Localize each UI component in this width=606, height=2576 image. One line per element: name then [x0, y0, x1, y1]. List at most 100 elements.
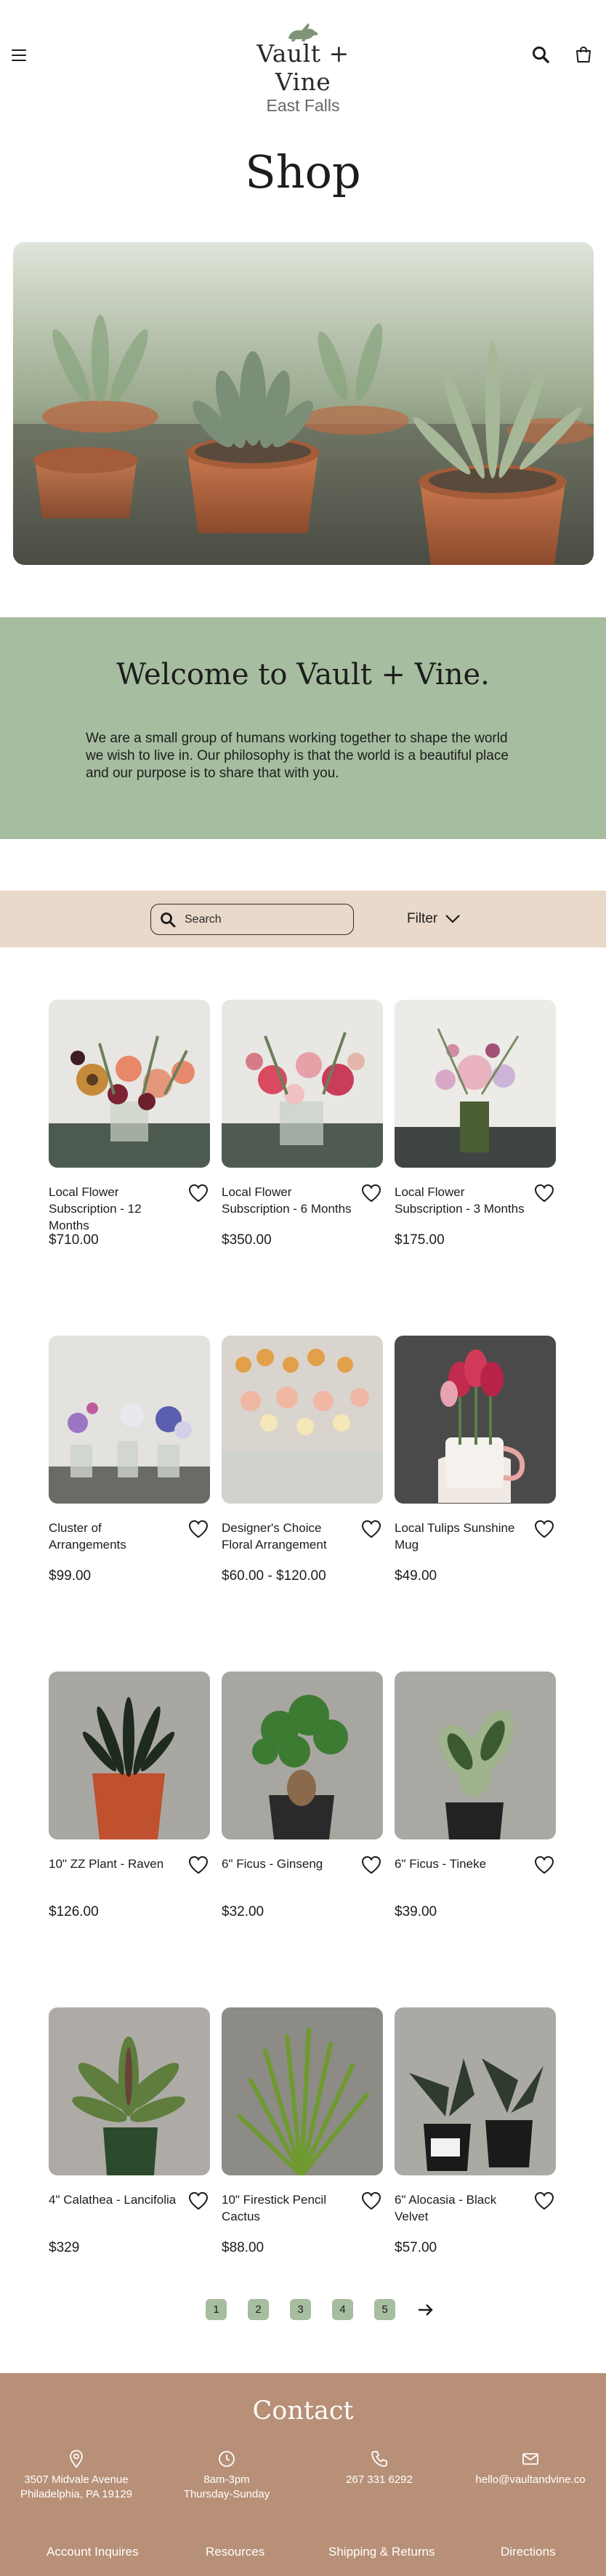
- product-name[interactable]: 10" Firestick Pencil Cactus: [222, 2191, 352, 2225]
- phone-block[interactable]: 267 331 6292: [307, 2449, 452, 2487]
- product-price: $39.00: [395, 1904, 437, 1919]
- menu-icon[interactable]: [12, 49, 26, 61]
- product-image[interactable]: [49, 1672, 210, 1839]
- footer-link-resources[interactable]: Resources: [206, 2545, 264, 2559]
- phone-icon: [371, 2451, 387, 2467]
- product-price: $88.00: [222, 2240, 264, 2255]
- product-name[interactable]: Designer's Choice Floral Arrangement: [222, 1520, 352, 1553]
- product-card[interactable]: 6" Ficus - Ginseng $32.00: [222, 1672, 383, 1962]
- welcome-section: Welcome to Vault + Vine. We are a small …: [0, 617, 606, 839]
- heart-icon[interactable]: [361, 1855, 381, 1874]
- product-image[interactable]: [49, 2007, 210, 2175]
- footer-link-shipping-returns[interactable]: Shipping & Returns: [328, 2545, 435, 2559]
- product-price: $32.00: [222, 1904, 264, 1919]
- product-image[interactable]: [222, 1336, 383, 1504]
- product-price: $60.00 - $120.00: [222, 1568, 326, 1584]
- welcome-heading: Welcome to Vault + Vine.: [116, 658, 490, 691]
- product-card[interactable]: Local Flower Subscription - 3 Months $17…: [395, 1000, 556, 1291]
- page-button-3[interactable]: 3: [290, 2299, 311, 2320]
- brand-name: Vault + Vine: [256, 39, 350, 96]
- address-line-2: Philadelphia, PA 19129: [20, 2488, 132, 2500]
- shopping-bag-icon[interactable]: [574, 45, 593, 64]
- product-price: $329: [49, 2240, 80, 2255]
- product-name[interactable]: Local Tulips Sunshine Mug: [395, 1520, 525, 1553]
- product-image[interactable]: [49, 1336, 210, 1504]
- email-block[interactable]: hello@vaultandvine.co: [458, 2449, 603, 2487]
- chevron-down-icon: [445, 915, 461, 923]
- product-price: $99.00: [49, 1568, 92, 1584]
- filter-button[interactable]: Filter: [407, 908, 461, 930]
- pagination: 1 2 3 4 5: [206, 2299, 435, 2320]
- product-name[interactable]: 4" Calathea - Lancifolia: [49, 2191, 179, 2208]
- heart-icon[interactable]: [188, 1520, 209, 1538]
- product-card[interactable]: 4" Calathea - Lancifolia $329: [49, 2007, 210, 2298]
- footer-link-account-inquires[interactable]: Account Inquires: [47, 2545, 139, 2559]
- arrow-right-icon[interactable]: [416, 2303, 435, 2317]
- heart-icon[interactable]: [361, 1520, 381, 1538]
- heart-icon[interactable]: [188, 1855, 209, 1874]
- product-image[interactable]: [49, 1000, 210, 1168]
- site-footer: Contact 3507 Midvale Avenue Philadelphia…: [0, 2373, 606, 2576]
- hours-line-2: Thursday-Sunday: [183, 2488, 270, 2500]
- product-card[interactable]: 10" ZZ Plant - Raven $126.00: [49, 1672, 210, 1962]
- hours-line-1: 8am-3pm: [203, 2473, 250, 2486]
- footer-links: Account Inquires Resources Shipping & Re…: [0, 2545, 606, 2567]
- product-price: $350.00: [222, 1232, 272, 1248]
- search-icon: [161, 912, 176, 928]
- product-card[interactable]: Designer's Choice Floral Arrangement $60…: [222, 1336, 383, 1626]
- heart-icon[interactable]: [361, 1184, 381, 1203]
- product-card[interactable]: Cluster of Arrangements $99.00: [49, 1336, 210, 1626]
- product-name[interactable]: Local Flower Subscription - 6 Months: [222, 1184, 352, 1217]
- page-button-1[interactable]: 1: [206, 2299, 227, 2320]
- search-box[interactable]: [150, 904, 354, 935]
- product-image[interactable]: [222, 1672, 383, 1839]
- product-name[interactable]: 6" Ficus - Tineke: [395, 1855, 525, 1872]
- page-button-5[interactable]: 5: [374, 2299, 395, 2320]
- brand-location: East Falls: [266, 96, 340, 115]
- product-name[interactable]: Local Flower Subscription - 12 Months: [49, 1184, 179, 1234]
- address-block[interactable]: 3507 Midvale Avenue Philadelphia, PA 191…: [4, 2449, 149, 2502]
- search-icon[interactable]: [531, 45, 550, 64]
- product-name[interactable]: 6" Alocasia - Black Velvet: [395, 2191, 525, 2225]
- filter-label: Filter: [407, 911, 438, 926]
- product-name[interactable]: 10" ZZ Plant - Raven: [49, 1855, 179, 1872]
- search-input[interactable]: [183, 909, 343, 931]
- footer-heading: Contact: [252, 2396, 354, 2425]
- product-card[interactable]: Local Flower Subscription - 12 Months $7…: [49, 1000, 210, 1291]
- product-image[interactable]: [222, 1000, 383, 1168]
- product-image[interactable]: [395, 2007, 556, 2175]
- product-image[interactable]: [222, 2007, 383, 2175]
- page-button-4[interactable]: 4: [332, 2299, 353, 2320]
- product-price: $175.00: [395, 1232, 445, 1248]
- search-filter-bar: Filter: [0, 891, 606, 947]
- product-name[interactable]: 6" Ficus - Ginseng: [222, 1855, 352, 1872]
- heart-icon[interactable]: [534, 1520, 554, 1538]
- email-address[interactable]: hello@vaultandvine.co: [458, 2473, 603, 2487]
- phone-number[interactable]: 267 331 6292: [307, 2473, 452, 2487]
- location-pin-icon: [70, 2449, 83, 2468]
- hours-block: 8am-3pm Thursday-Sunday: [154, 2449, 299, 2502]
- product-name[interactable]: Local Flower Subscription - 3 Months: [395, 1184, 525, 1217]
- product-image[interactable]: [395, 1672, 556, 1839]
- site-logo[interactable]: Vault + Vine East Falls: [230, 22, 376, 116]
- product-card[interactable]: 10" Firestick Pencil Cactus $88.00: [222, 2007, 383, 2298]
- page-button-2[interactable]: 2: [248, 2299, 269, 2320]
- heart-icon[interactable]: [534, 1184, 554, 1203]
- product-card[interactable]: 6" Alocasia - Black Velvet $57.00: [395, 2007, 556, 2298]
- welcome-body: We are a small group of humans working t…: [86, 731, 509, 781]
- mail-icon: [522, 2453, 538, 2465]
- product-image[interactable]: [395, 1000, 556, 1168]
- heart-icon[interactable]: [188, 1184, 209, 1203]
- product-price: $49.00: [395, 1568, 437, 1584]
- heart-icon[interactable]: [361, 2191, 381, 2210]
- product-image[interactable]: [395, 1336, 556, 1504]
- product-card[interactable]: Local Flower Subscription - 6 Months $35…: [222, 1000, 383, 1291]
- footer-link-directions[interactable]: Directions: [501, 2545, 556, 2559]
- heart-icon[interactable]: [188, 2191, 209, 2210]
- product-name[interactable]: Cluster of Arrangements: [49, 1520, 179, 1553]
- succulents-illustration: [13, 242, 594, 565]
- product-card[interactable]: 6" Ficus - Tineke $39.00: [395, 1672, 556, 1962]
- heart-icon[interactable]: [534, 1855, 554, 1874]
- product-card[interactable]: Local Tulips Sunshine Mug $49.00: [395, 1336, 556, 1626]
- heart-icon[interactable]: [534, 2191, 554, 2210]
